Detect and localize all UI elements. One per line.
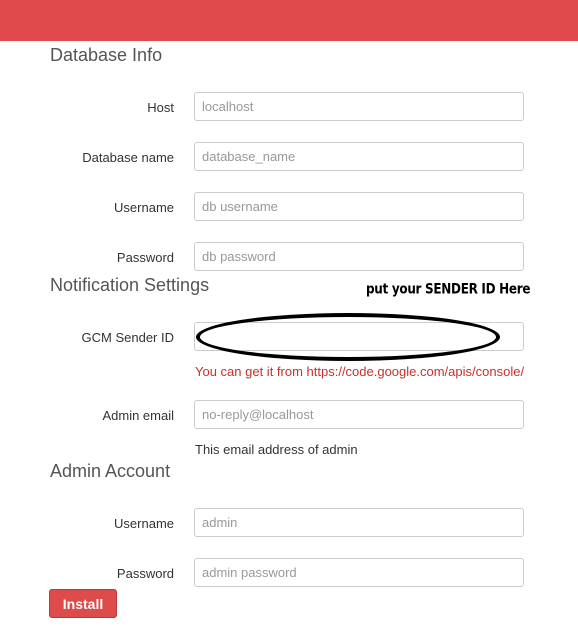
gcm-sender-id-input[interactable] [194,322,524,351]
admin-username-label: Username [114,516,174,531]
admin-email-label: Admin email [102,408,174,423]
admin-password-input[interactable] [194,558,524,587]
google-console-link[interactable]: https://code.google.com/apis/console/ [307,364,525,379]
host-input[interactable] [194,92,524,121]
host-label: Host [147,100,174,115]
database-name-input[interactable] [194,142,524,171]
install-button[interactable]: Install [49,589,117,618]
db-password-input[interactable] [194,242,524,271]
admin-email-input[interactable] [194,400,524,429]
gcm-help-prefix: You can get it from [195,364,307,379]
database-info-heading: Database Info [50,45,163,65]
database-name-label: Database name [82,150,174,165]
db-username-input[interactable] [194,192,524,221]
admin-password-label: Password [116,566,174,581]
sender-id-annotation: put your SENDER ID Here [366,281,531,298]
admin-account-heading: Admin Account [50,461,171,481]
top-header-bar [0,0,578,41]
notification-settings-heading: Notification Settings [50,275,210,295]
admin-email-help-text: This email address of admin [195,442,358,457]
admin-username-input[interactable] [194,508,524,537]
db-username-label: Username [114,200,174,215]
db-password-label: Password [116,250,174,265]
gcm-help-text: You can get it from https://code.google.… [195,364,524,380]
gcm-sender-id-label: GCM Sender ID [81,330,174,345]
